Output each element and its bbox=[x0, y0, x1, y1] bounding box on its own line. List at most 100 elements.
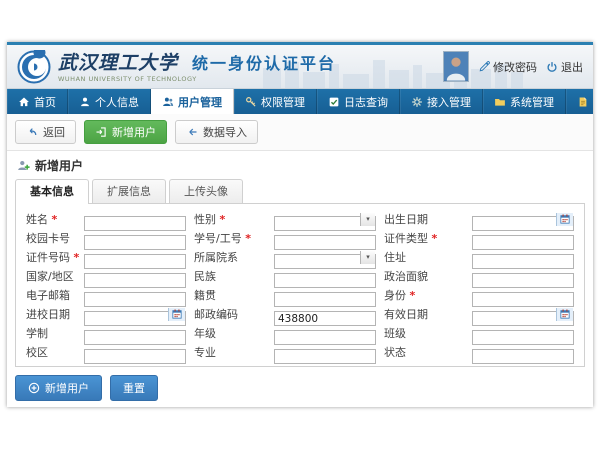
postal-code-label: 邮政编码 bbox=[194, 306, 266, 322]
student-id-input[interactable] bbox=[274, 235, 376, 250]
change-password-link[interactable]: 修改密码 bbox=[478, 59, 537, 75]
nav-item-label: 接入管理 bbox=[427, 94, 471, 110]
status-field bbox=[472, 345, 574, 360]
required-asterisk: * bbox=[432, 232, 438, 245]
nav-item-label: 首页 bbox=[34, 94, 56, 110]
school-system-input[interactable] bbox=[84, 330, 186, 345]
submit-new-user-button[interactable]: 新增用户 bbox=[15, 375, 102, 401]
department-label: 所属院系 bbox=[194, 249, 266, 265]
identity-input[interactable] bbox=[472, 292, 574, 307]
native-place-label: 籍贯 bbox=[194, 287, 266, 303]
logout-link[interactable]: 退出 bbox=[546, 59, 583, 75]
nav-item-label: 用户管理 bbox=[178, 94, 222, 110]
grade-input[interactable] bbox=[274, 330, 376, 345]
address-field bbox=[472, 250, 574, 265]
section-title: 新增用户 bbox=[35, 157, 83, 174]
person-plus-icon bbox=[17, 159, 30, 172]
back-button-label: 返回 bbox=[43, 124, 65, 140]
tab-basic-info[interactable]: 基本信息 bbox=[15, 179, 89, 204]
person-icon bbox=[79, 96, 91, 108]
postal-code-input[interactable] bbox=[274, 311, 376, 326]
major-input[interactable] bbox=[274, 349, 376, 364]
nav-item-label: 个人信息 bbox=[95, 94, 139, 110]
tab-label: 上传头像 bbox=[184, 185, 228, 198]
tab-upload-avatar[interactable]: 上传头像 bbox=[169, 179, 243, 204]
birth-date-label: 出生日期 bbox=[384, 211, 464, 227]
gender-label: 性别 * bbox=[194, 211, 266, 227]
campus-input[interactable] bbox=[84, 349, 186, 364]
id-number-input[interactable] bbox=[84, 254, 186, 269]
reset-button-label: 重置 bbox=[123, 380, 145, 396]
major-field bbox=[274, 345, 376, 360]
status-label: 状态 bbox=[384, 344, 464, 360]
avatar[interactable] bbox=[443, 51, 469, 82]
class-input[interactable] bbox=[472, 330, 574, 345]
nav-item-access-mgmt[interactable]: 接入管理 bbox=[400, 89, 483, 114]
chevron-down-icon[interactable]: ▾ bbox=[360, 213, 375, 226]
nav-item-label: 日志查询 bbox=[344, 94, 388, 110]
native-place-input[interactable] bbox=[274, 292, 376, 307]
section-header: 新增用户 bbox=[7, 151, 593, 178]
nav-item-home[interactable]: 首页 bbox=[7, 89, 68, 114]
id-type-field bbox=[472, 231, 574, 246]
nav-item-user-mgmt[interactable]: 用户管理 bbox=[151, 89, 234, 114]
tab-bar: 基本信息 扩展信息 上传头像 bbox=[7, 179, 593, 204]
nav-item-subscription-mgmt[interactable]: 订阅管理 bbox=[566, 89, 593, 114]
campus-card-field bbox=[84, 231, 186, 246]
calendar-icon[interactable] bbox=[556, 213, 573, 226]
nav-item-log-query[interactable]: 日志查询 bbox=[317, 89, 400, 114]
toolbar: 返回 新增用户 数据导入 bbox=[7, 114, 593, 151]
email-input[interactable] bbox=[84, 292, 186, 307]
system-icon bbox=[494, 96, 506, 108]
campus-card-label: 校园卡号 bbox=[26, 230, 76, 246]
import-arrow-icon bbox=[186, 126, 198, 138]
name-field bbox=[84, 212, 186, 227]
new-user-toolbar-button[interactable]: 新增用户 bbox=[84, 120, 167, 144]
status-input[interactable] bbox=[472, 349, 574, 364]
entry-date-label: 进校日期 bbox=[26, 306, 76, 322]
gender-field: ▾ bbox=[274, 212, 376, 227]
name-input[interactable] bbox=[84, 216, 186, 231]
nav-item-system-mgmt[interactable]: 系统管理 bbox=[483, 89, 566, 114]
address-input[interactable] bbox=[472, 254, 574, 269]
tab-extended-info[interactable]: 扩展信息 bbox=[92, 179, 166, 204]
nav-item-label: 权限管理 bbox=[261, 94, 305, 110]
nav-item-profile[interactable]: 个人信息 bbox=[68, 89, 151, 114]
key-icon bbox=[245, 96, 257, 108]
app-window: 武汉理工大学 统一身份认证平台 WUHAN UNIVERSITY OF TECH… bbox=[7, 42, 593, 407]
back-button[interactable]: 返回 bbox=[15, 120, 76, 144]
submit-new-user-label: 新增用户 bbox=[45, 380, 89, 396]
birth-date-field bbox=[472, 212, 574, 227]
ethnicity-label: 民族 bbox=[194, 268, 266, 284]
political-status-field bbox=[472, 269, 574, 284]
university-logo bbox=[17, 50, 51, 84]
nav-item-permission-mgmt[interactable]: 权限管理 bbox=[234, 89, 317, 114]
address-label: 住址 bbox=[384, 249, 464, 265]
chevron-down-icon[interactable]: ▾ bbox=[360, 251, 375, 264]
ethnicity-input[interactable] bbox=[274, 273, 376, 288]
form-panel: 姓名 *性别 *▾出生日期 校园卡号 学号/工号 *证件类型 *证件号码 *所属… bbox=[15, 203, 585, 367]
country-region-input[interactable] bbox=[84, 273, 186, 288]
data-import-label: 数据导入 bbox=[203, 124, 247, 140]
form-grid: 姓名 *性别 *▾出生日期 校园卡号 学号/工号 *证件类型 *证件号码 *所属… bbox=[26, 211, 574, 360]
major-label: 专业 bbox=[194, 344, 266, 360]
calendar-icon[interactable] bbox=[168, 308, 185, 321]
subscribe-icon bbox=[577, 96, 589, 108]
native-place-field bbox=[274, 288, 376, 303]
header: 武汉理工大学 统一身份认证平台 WUHAN UNIVERSITY OF TECH… bbox=[7, 45, 593, 89]
nav-item-label: 系统管理 bbox=[510, 94, 554, 110]
back-arrow-icon bbox=[26, 126, 38, 138]
ethnicity-field bbox=[274, 269, 376, 284]
data-import-button[interactable]: 数据导入 bbox=[175, 120, 258, 144]
tab-label: 扩展信息 bbox=[107, 185, 151, 198]
id-type-input[interactable] bbox=[472, 235, 574, 250]
id-type-label: 证件类型 * bbox=[384, 230, 464, 246]
campus-label: 校区 bbox=[26, 344, 76, 360]
calendar-icon[interactable] bbox=[556, 308, 573, 321]
campus-card-input[interactable] bbox=[84, 235, 186, 250]
university-name: 武汉理工大学 bbox=[58, 53, 178, 73]
reset-button[interactable]: 重置 bbox=[110, 375, 158, 401]
identity-field bbox=[472, 288, 574, 303]
political-status-input[interactable] bbox=[472, 273, 574, 288]
valid-date-field bbox=[472, 307, 574, 322]
